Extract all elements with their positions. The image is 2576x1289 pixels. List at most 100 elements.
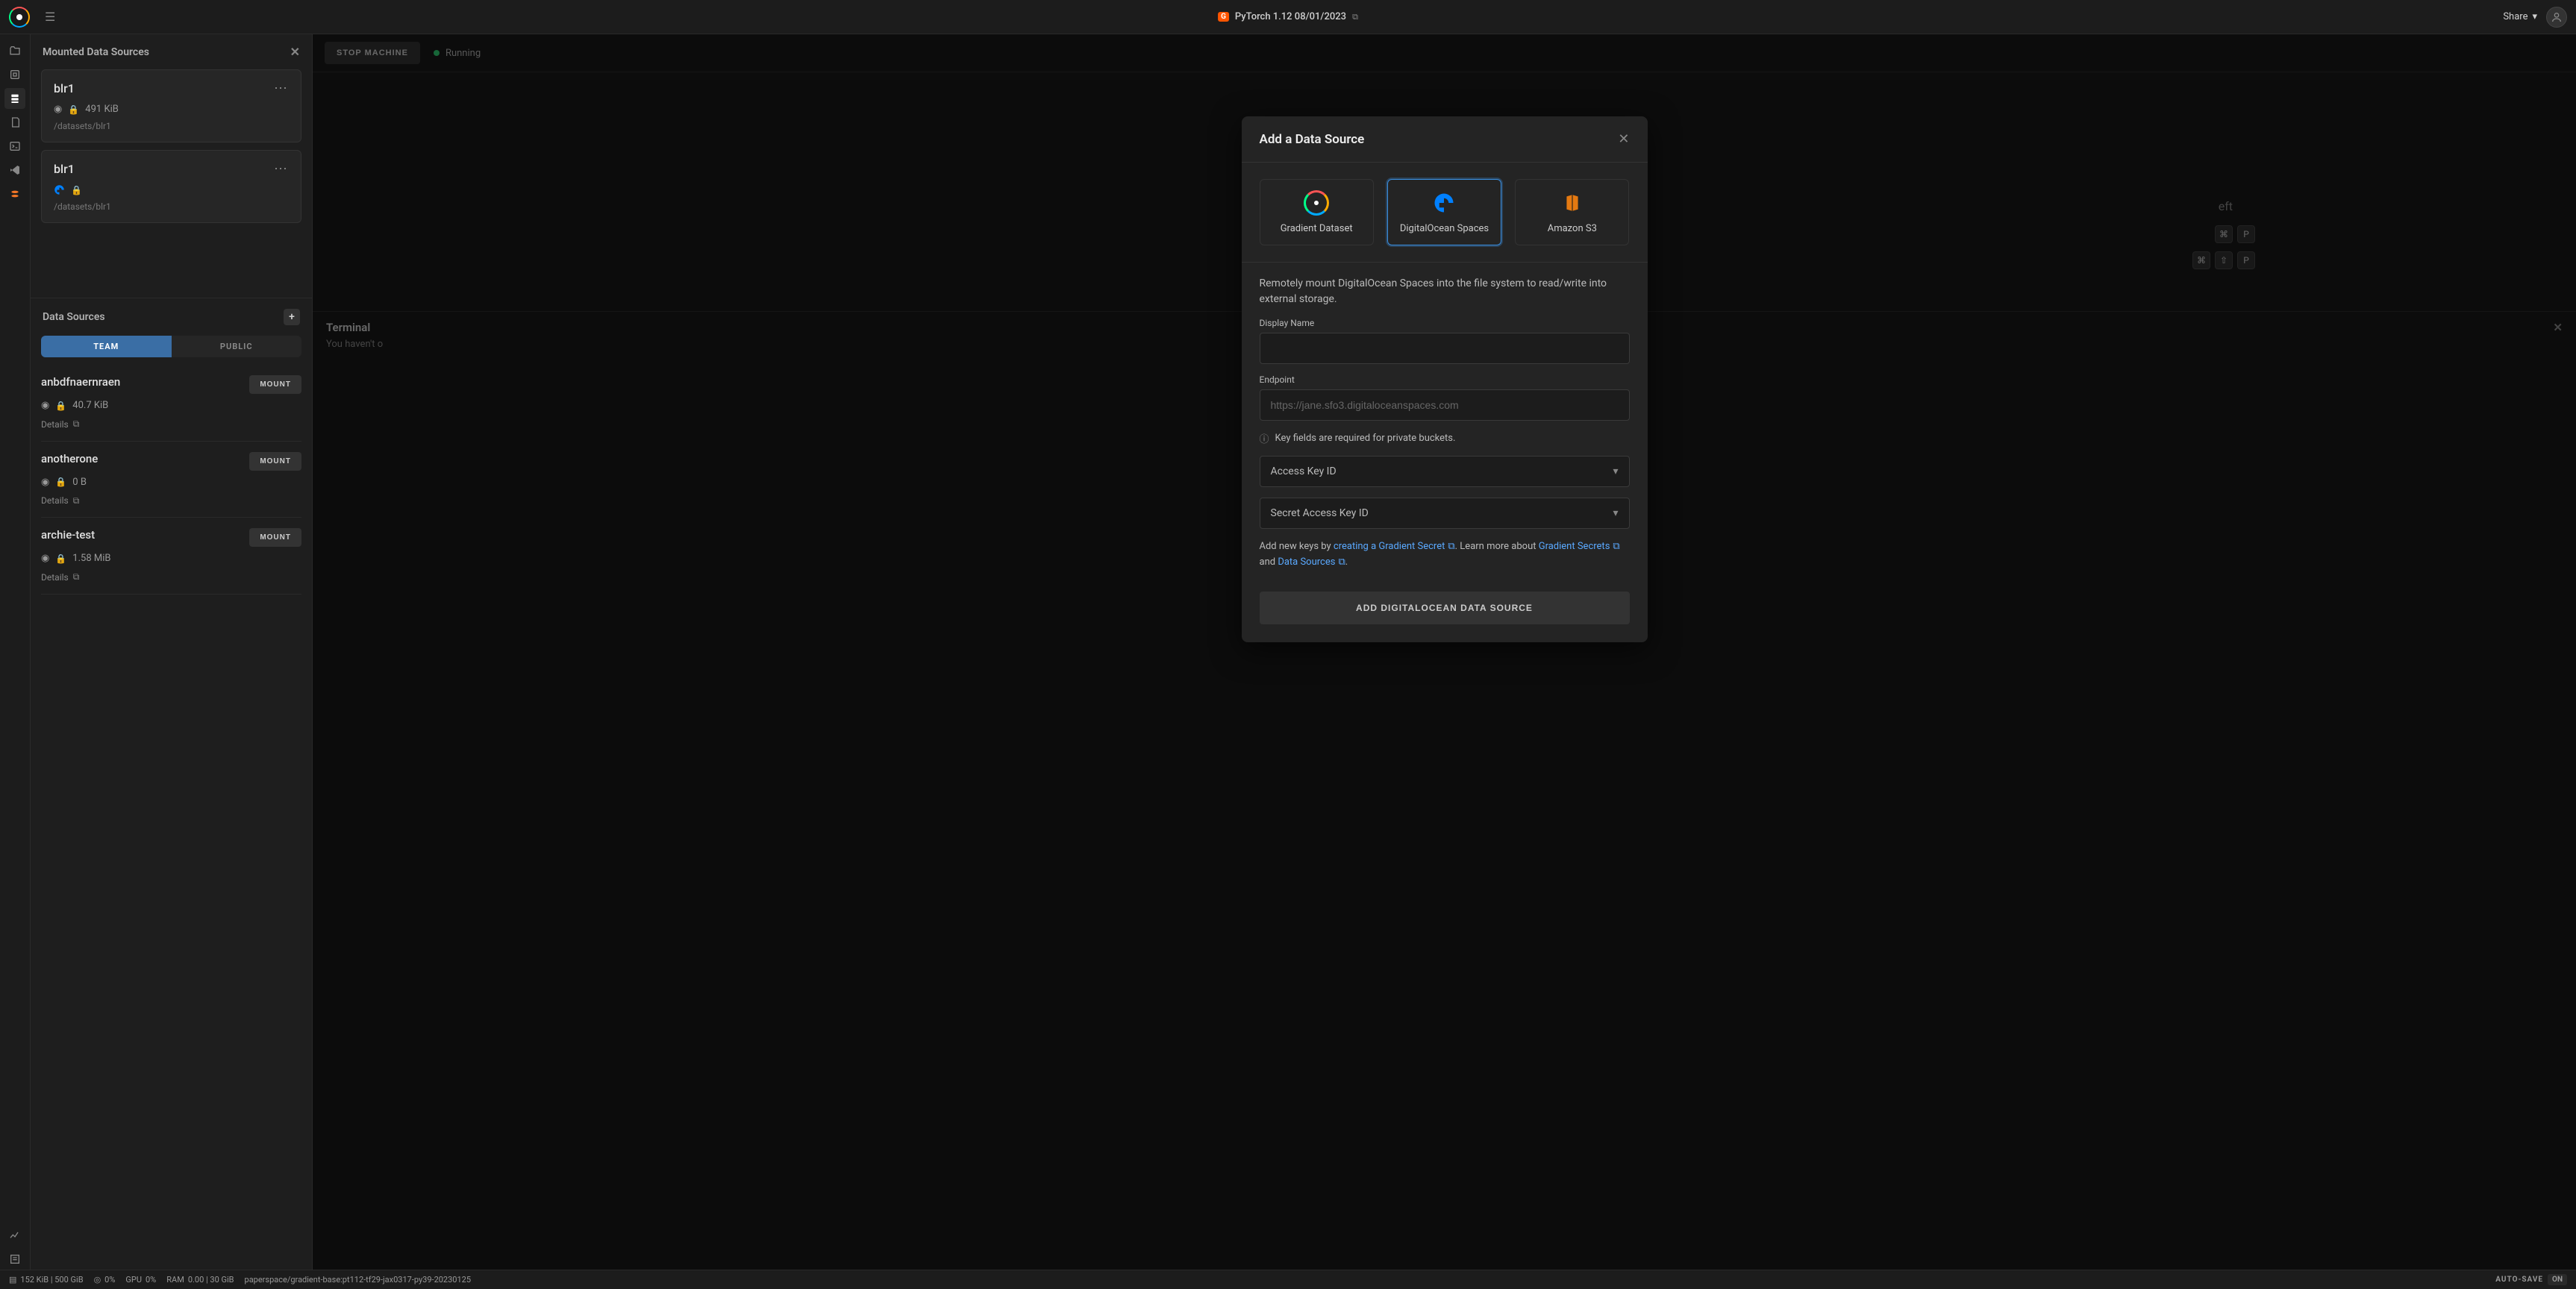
provider-label: Amazon S3 <box>1548 223 1597 234</box>
access-key-select[interactable]: Access Key ID ▾ <box>1260 456 1630 487</box>
provider-s3[interactable]: Amazon S3 <box>1515 179 1629 245</box>
details-link[interactable]: Details ⧉ <box>41 495 79 506</box>
digitalocean-provider-icon <box>54 184 65 195</box>
external-link-icon: ⧉ <box>73 418 80 430</box>
mounted-path: /datasets/blr1 <box>54 121 289 131</box>
mount-button[interactable]: MOUNT <box>249 452 301 471</box>
top-bar: ☰ G PyTorch 1.12 08/01/2023 ⧉ Share ▾ <box>0 0 2576 34</box>
sources-header-text: Data Sources <box>43 311 105 323</box>
container-image[interactable]: paperspace/gradient-base:pt112-tf29-jax0… <box>245 1275 472 1285</box>
card-menu-icon[interactable]: ⋯ <box>274 81 289 96</box>
tab-team[interactable]: TEAM <box>41 336 172 357</box>
display-name-label: Display Name <box>1260 318 1630 328</box>
add-source-button[interactable]: + <box>284 309 300 325</box>
gradient-provider-icon: ◉ <box>41 477 49 488</box>
share-button[interactable]: Share ▾ <box>2503 11 2537 22</box>
modal-backdrop[interactable]: Add a Data Source ✕ Gradient Dataset Dig… <box>313 34 2576 1270</box>
modal-close-icon[interactable]: ✕ <box>1618 131 1629 147</box>
activity-rail <box>0 34 31 1270</box>
mounted-path: /datasets/blr1 <box>54 201 289 212</box>
lock-icon: 🔒 <box>55 553 66 564</box>
source-size: 40.7 KiB <box>72 400 108 411</box>
autosave-toggle[interactable]: ON <box>2548 1274 2567 1285</box>
rail-metrics[interactable] <box>4 1225 25 1246</box>
modal-title: Add a Data Source <box>1260 132 1365 147</box>
endpoint-label: Endpoint <box>1260 374 1630 385</box>
close-sidebar-icon[interactable]: ✕ <box>290 45 300 59</box>
gpu-usage[interactable]: GPU 0% <box>125 1275 156 1285</box>
s3-logo-icon <box>1560 190 1585 216</box>
rail-notes[interactable] <box>4 112 25 133</box>
ram-usage[interactable]: RAM 0.00 | 30 GiB <box>166 1275 234 1285</box>
mounted-header: Mounted Data Sources ✕ <box>31 34 312 69</box>
mounted-name: blr1 <box>54 162 75 176</box>
lock-icon: 🔒 <box>68 104 79 115</box>
source-name: archie-test <box>41 528 95 542</box>
details-link[interactable]: Details ⧉ <box>41 571 79 583</box>
mounted-size: 491 KiB <box>85 104 119 115</box>
rail-environment[interactable] <box>4 64 25 85</box>
chevron-down-icon: ▾ <box>1613 465 1618 477</box>
provider-label: DigitalOcean Spaces <box>1400 223 1489 234</box>
mount-button[interactable]: MOUNT <box>249 528 301 547</box>
menu-toggle[interactable]: ☰ <box>45 10 55 24</box>
autosave-label: AUTO-SAVE <box>2495 1276 2543 1284</box>
help-text: Add new keys by creating a Gradient Secr… <box>1260 539 1630 571</box>
rail-logs[interactable] <box>4 1249 25 1270</box>
app-logo[interactable] <box>9 7 30 28</box>
gradient-secrets-link[interactable]: Gradient Secrets ⧉ <box>1539 539 1620 555</box>
sources-header: Data Sources + <box>31 298 312 336</box>
add-do-source-button[interactable]: ADD DIGITALOCEAN DATA SOURCE <box>1260 592 1630 624</box>
card-menu-icon[interactable]: ⋯ <box>274 161 289 177</box>
cpu-usage[interactable]: ◎ 0% <box>94 1275 116 1285</box>
source-name: anotherone <box>41 452 98 465</box>
info-icon: ⓘ <box>1260 431 1269 445</box>
source-item: anotherone MOUNT ◉ 🔒 0 B Details ⧉ <box>41 442 301 518</box>
access-key-label: Access Key ID <box>1271 465 1337 477</box>
provider-gradient[interactable]: Gradient Dataset <box>1260 179 1374 245</box>
tab-public[interactable]: PUBLIC <box>172 336 302 357</box>
data-sources-link[interactable]: Data Sources ⧉ <box>1278 555 1345 571</box>
gradient-badge-icon: G <box>1218 12 1229 22</box>
disk-usage[interactable]: ▤ 152 KiB | 500 GiB <box>9 1275 84 1285</box>
lock-icon: 🔒 <box>55 477 66 487</box>
rail-jupyter[interactable] <box>4 184 25 204</box>
external-link-icon: ⧉ <box>1448 539 1454 555</box>
mounted-card: blr1 ⋯ ◉ 🔒 491 KiB /datasets/blr1 <box>41 69 301 142</box>
external-link-icon[interactable]: ⧉ <box>1352 12 1358 22</box>
add-datasource-modal: Add a Data Source ✕ Gradient Dataset Dig… <box>1242 116 1648 642</box>
external-link-icon: ⧉ <box>1613 539 1619 555</box>
key-info-text: Key fields are required for private buck… <box>1275 433 1456 444</box>
source-name: anbdfnaernraen <box>41 375 120 389</box>
source-scope-tabs: TEAM PUBLIC <box>41 336 301 357</box>
gradient-secret-link[interactable]: creating a Gradient Secret ⧉ <box>1334 539 1455 555</box>
share-label: Share <box>2503 11 2527 22</box>
rail-vscode[interactable] <box>4 160 25 181</box>
display-name-input[interactable] <box>1260 333 1630 364</box>
endpoint-input[interactable] <box>1260 389 1630 421</box>
details-link[interactable]: Details ⧉ <box>41 418 79 430</box>
notebook-title[interactable]: G PyTorch 1.12 08/01/2023 ⧉ <box>1218 11 1358 22</box>
provider-digitalocean[interactable]: DigitalOcean Spaces <box>1387 179 1501 245</box>
mounted-header-text: Mounted Data Sources <box>43 46 149 58</box>
rail-terminal[interactable] <box>4 136 25 157</box>
external-link-icon: ⧉ <box>1338 555 1345 571</box>
provider-label: Gradient Dataset <box>1281 223 1353 234</box>
details-text: Details <box>41 495 69 506</box>
rail-datasources[interactable] <box>4 88 25 109</box>
gradient-provider-icon: ◉ <box>54 104 62 115</box>
user-avatar[interactable] <box>2546 7 2567 28</box>
mounted-name: blr1 <box>54 81 75 95</box>
source-item: anbdfnaernraen MOUNT ◉ 🔒 40.7 KiB Detail… <box>41 365 301 442</box>
lock-icon: 🔒 <box>71 185 82 195</box>
source-size: 1.58 MiB <box>72 553 110 564</box>
mount-button[interactable]: MOUNT <box>249 375 301 394</box>
digitalocean-logo-icon <box>1431 190 1457 216</box>
gradient-provider-icon: ◉ <box>41 400 49 411</box>
rail-files[interactable] <box>4 40 25 61</box>
external-link-icon: ⧉ <box>73 495 80 506</box>
secret-key-select[interactable]: Secret Access Key ID ▾ <box>1260 498 1630 529</box>
source-size: 0 B <box>72 477 87 488</box>
gradient-provider-icon: ◉ <box>41 553 49 564</box>
disk-icon: ▤ <box>9 1275 16 1285</box>
